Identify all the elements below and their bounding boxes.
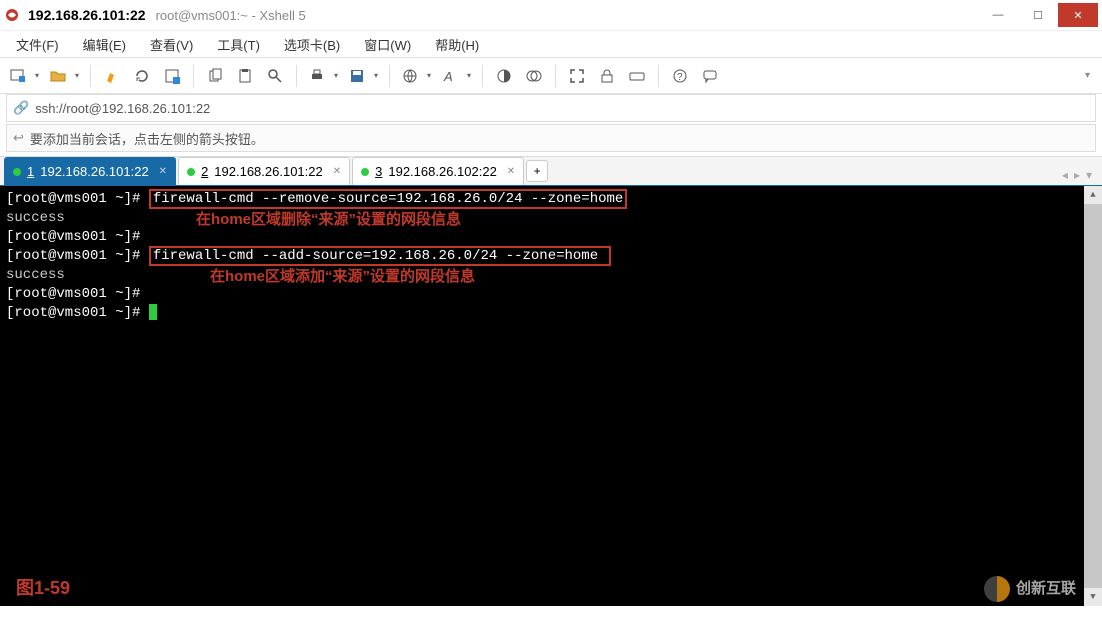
terminal-line: success [6,266,1078,285]
svg-text:A: A [443,69,453,84]
tab-number: 3 [375,164,382,179]
app-icon [4,7,20,23]
status-dot-icon [361,168,369,176]
copy-button[interactable] [202,63,228,89]
svg-text:?: ? [677,72,683,83]
menu-window[interactable]: 窗口(W) [354,33,421,56]
scroll-up-icon[interactable]: ▲ [1084,186,1102,204]
fullscreen-button[interactable] [564,63,590,89]
hintbar: ↩ 要添加当前会话，点击左侧的箭头按钮。 [6,124,1096,152]
feedback-button[interactable] [697,63,723,89]
tab-label: 192.168.26.101:22 [40,164,148,179]
terminal-line: [root@vms001 ~]# firewall-cmd --remove-s… [6,190,1078,209]
paste-button[interactable] [232,63,258,89]
window-title-sub: root@vms001:~ - Xshell 5 [156,8,306,23]
session-tab-1[interactable]: 1 192.168.26.101:22 ✕ [4,157,176,185]
tabbar: 1 192.168.26.101:22 ✕ 2 192.168.26.101:2… [0,156,1102,186]
annotation-remove: 在home区域删除“来源”设置的网段信息 [196,210,461,229]
toolbar: A ? ▾ [0,58,1102,94]
terminal-body[interactable]: [root@vms001 ~]# firewall-cmd --remove-s… [0,186,1084,606]
tab-navigation: ◂ ▸ ▾ [1062,168,1098,182]
tab-list-icon[interactable]: ▾ [1086,168,1092,182]
highlight-button[interactable] [99,63,125,89]
tab-close-icon[interactable]: ✕ [507,166,515,177]
session-tab-3[interactable]: 3 192.168.26.102:22 ✕ [352,157,524,185]
menu-tabs[interactable]: 选项卡(B) [274,33,350,56]
status-dot-icon [13,168,21,176]
menu-tools[interactable]: 工具(T) [207,33,270,56]
tab-prev-icon[interactable]: ◂ [1062,168,1068,182]
tab-close-icon[interactable]: ✕ [159,166,167,177]
terminal-scrollbar[interactable]: ▲ ▼ [1084,186,1102,606]
link-icon: 🔗 [13,100,29,116]
keyboard-button[interactable] [624,63,650,89]
command-highlight: firewall-cmd --add-source=192.168.26.0/2… [149,246,611,266]
close-button[interactable]: ✕ [1058,3,1098,27]
toolbar-overflow[interactable]: ▾ [1079,70,1096,81]
menubar: 文件(F) 编辑(E) 查看(V) 工具(T) 选项卡(B) 窗口(W) 帮助(… [0,30,1102,58]
encoding-button[interactable] [398,63,434,89]
toolbar-separator [193,65,194,87]
window-title-main: 192.168.26.101:22 [28,7,146,23]
hint-text: 要添加当前会话，点击左侧的箭头按钮。 [30,129,264,148]
scroll-thumb[interactable] [1084,204,1102,588]
minimize-button[interactable]: ― [978,3,1018,27]
tab-close-icon[interactable]: ✕ [333,166,341,177]
tab-number: 2 [201,164,208,179]
menu-view[interactable]: 查看(V) [140,33,203,56]
addressbar[interactable]: 🔗 ssh://root@192.168.26.101:22 [6,94,1096,122]
figure-label: 图1-59 [16,579,70,598]
tab-number: 1 [27,164,34,179]
terminal-line: [root@vms001 ~]# [6,228,1078,247]
annotation-add: 在home区域添加“来源”设置的网段信息 [210,267,475,286]
tab-label: 192.168.26.102:22 [388,164,496,179]
scroll-down-icon[interactable]: ▼ [1084,588,1102,606]
toolbar-separator [555,65,556,87]
toolbar-separator [389,65,390,87]
cursor-icon [149,304,157,320]
print-button[interactable] [305,63,341,89]
toolbar-separator [90,65,91,87]
terminal-line: [root@vms001 ~]# firewall-cmd --add-sour… [6,247,1078,266]
titlebar: 192.168.26.101:22 root@vms001:~ - Xshell… [0,0,1102,30]
arrow-left-icon[interactable]: ↩ [13,130,24,146]
menu-edit[interactable]: 编辑(E) [73,33,136,56]
window-controls: ― ☐ ✕ [978,3,1098,27]
toolbar-separator [482,65,483,87]
status-dot-icon [187,168,195,176]
terminal[interactable]: [root@vms001 ~]# firewall-cmd --remove-s… [0,186,1102,606]
terminal-line: success [6,209,1078,228]
add-tab-button[interactable]: + [526,160,548,182]
toolbar-separator [296,65,297,87]
help-button[interactable]: ? [667,63,693,89]
transparency-button[interactable] [521,63,547,89]
watermark-icon [984,576,1010,602]
toolbar-separator [658,65,659,87]
tab-next-icon[interactable]: ▸ [1074,168,1080,182]
watermark: 创新互联 [984,576,1076,602]
watermark-text: 创新互联 [1016,580,1076,599]
search-button[interactable] [262,63,288,89]
terminal-line: [root@vms001 ~]# [6,285,1078,304]
menu-help[interactable]: 帮助(H) [425,33,489,56]
lock-button[interactable] [594,63,620,89]
menu-file[interactable]: 文件(F) [6,33,69,56]
tab-label: 192.168.26.101:22 [214,164,322,179]
reconnect-button[interactable] [129,63,155,89]
address-url: ssh://root@192.168.26.101:22 [35,101,210,116]
properties-button[interactable] [159,63,185,89]
command-highlight: firewall-cmd --remove-source=192.168.26.… [149,189,627,209]
terminal-line: [root@vms001 ~]# [6,304,1078,323]
maximize-button[interactable]: ☐ [1018,3,1058,27]
session-tab-2[interactable]: 2 192.168.26.101:22 ✕ [178,157,350,185]
new-session-button[interactable] [6,63,42,89]
save-button[interactable] [345,63,381,89]
open-session-button[interactable] [46,63,82,89]
color-scheme-button[interactable] [491,63,517,89]
font-button[interactable]: A [438,63,474,89]
